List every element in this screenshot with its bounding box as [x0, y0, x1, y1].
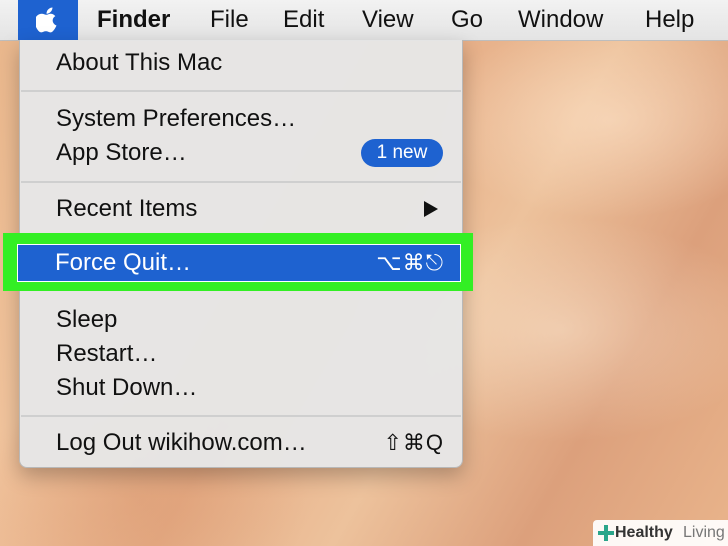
menu-item-recent-items[interactable]: Recent Items: [20, 192, 462, 226]
menu-item-label: System Preferences…: [56, 105, 297, 132]
menu-item-label: Log Out wikihow.com…: [56, 429, 307, 456]
menu-separator: [21, 415, 461, 417]
apple-menu-button[interactable]: [18, 0, 78, 40]
updates-badge: 1 new: [361, 139, 443, 167]
apple-icon: [36, 7, 57, 33]
menu-separator: [21, 181, 461, 183]
menu-item-log-out[interactable]: Log Out wikihow.com… ⇧⌘Q: [20, 426, 462, 460]
menu-item-label: App Store…: [56, 139, 187, 166]
menu-view[interactable]: View: [362, 0, 414, 40]
menu-item-restart[interactable]: Restart…: [20, 337, 462, 371]
menu-bar: Finder File Edit View Go Window Help: [0, 0, 728, 41]
menu-item-sleep[interactable]: Sleep: [20, 303, 462, 337]
watermark-text-light: Living: [683, 524, 725, 541]
menu-item-label: Force Quit…: [55, 249, 192, 276]
menu-item-label: Sleep: [56, 306, 118, 333]
menu-item-shut-down[interactable]: Shut Down…: [20, 371, 462, 405]
menu-item-label: Shut Down…: [56, 374, 198, 401]
menu-window[interactable]: Window: [518, 0, 603, 40]
watermark: Healthy Living: [593, 520, 728, 546]
menu-separator: [21, 90, 461, 92]
keyboard-shortcut: ⌥⌘⎋: [376, 250, 444, 275]
menu-item-system-preferences[interactable]: System Preferences…: [20, 102, 462, 136]
menu-item-label: About This Mac: [56, 49, 223, 76]
menu-item-force-quit[interactable]: Force Quit… ⌥⌘⎋: [17, 244, 461, 282]
menu-help[interactable]: Help: [645, 0, 694, 40]
submenu-arrow-icon: [424, 201, 438, 217]
watermark-text-strong: Healthy: [615, 524, 673, 541]
keyboard-shortcut: ⇧⌘Q: [383, 430, 444, 455]
menu-item-label: Restart…: [56, 340, 158, 367]
menu-edit[interactable]: Edit: [283, 0, 324, 40]
cross-logo-icon: [598, 525, 614, 541]
menu-go[interactable]: Go: [451, 0, 483, 40]
menu-item-app-store[interactable]: App Store… 1 new: [20, 136, 462, 170]
menu-finder[interactable]: Finder: [97, 0, 170, 40]
menu-file[interactable]: File: [210, 0, 249, 40]
menu-item-about[interactable]: About This Mac: [20, 46, 462, 80]
menu-item-label: Recent Items: [56, 195, 198, 222]
